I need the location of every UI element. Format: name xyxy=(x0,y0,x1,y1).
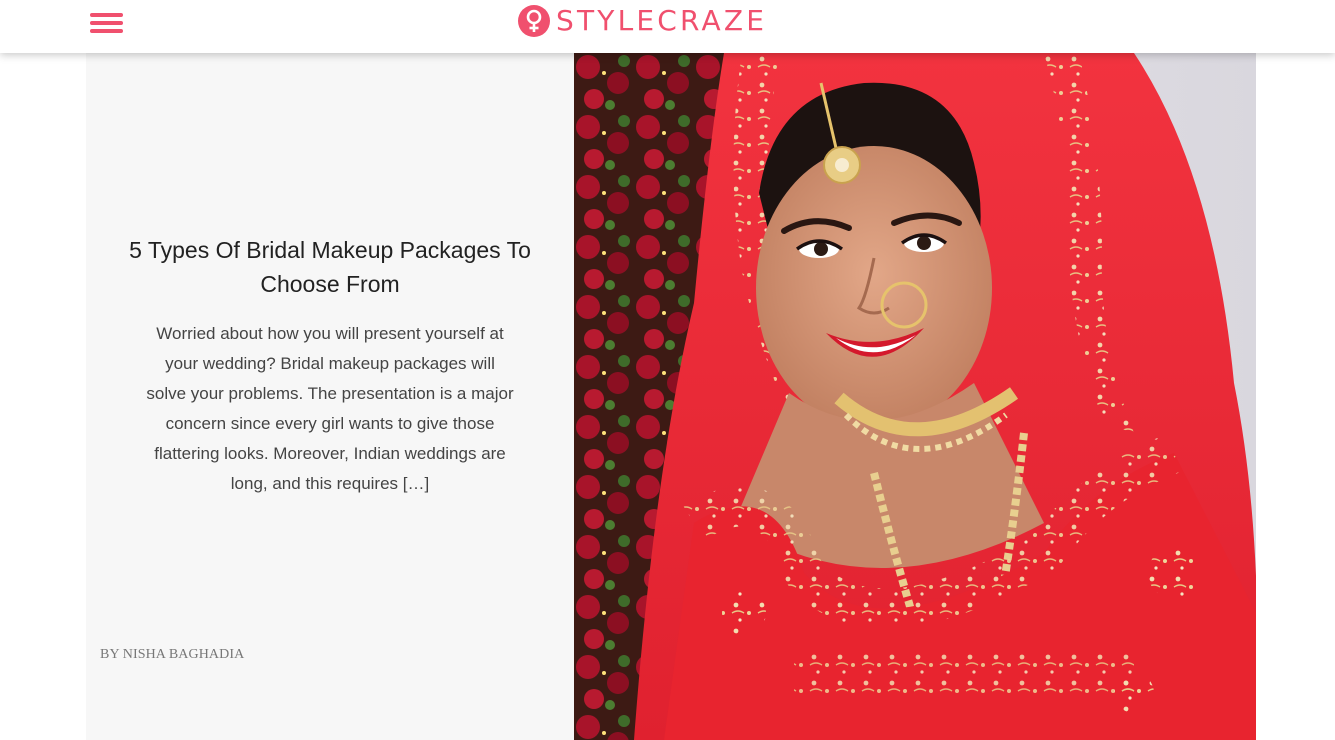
article-text-panel: 5 Types Of Bridal Makeup Packages To Cho… xyxy=(86,53,574,740)
menu-bar-middle xyxy=(90,21,123,25)
menu-bar-top xyxy=(90,13,123,17)
bride-photo xyxy=(574,53,1256,740)
female-symbol-icon xyxy=(518,5,550,37)
article-excerpt: Worried about how you will present yours… xyxy=(146,324,514,493)
brand-name: STYLECRAZE xyxy=(556,4,768,37)
article-hero-image[interactable] xyxy=(574,53,1256,740)
article-title[interactable]: 5 Types Of Bridal Makeup Packages To Cho… xyxy=(126,233,534,301)
article-card[interactable]: 5 Types Of Bridal Makeup Packages To Cho… xyxy=(86,53,1256,740)
hamburger-menu-icon[interactable] xyxy=(88,10,126,38)
site-logo[interactable]: STYLECRAZE xyxy=(518,4,767,38)
article-byline[interactable]: BY NISHA BAGHADIA xyxy=(100,647,244,663)
site-header: STYLECRAZE xyxy=(0,0,1335,53)
menu-bar-bottom xyxy=(90,29,123,33)
